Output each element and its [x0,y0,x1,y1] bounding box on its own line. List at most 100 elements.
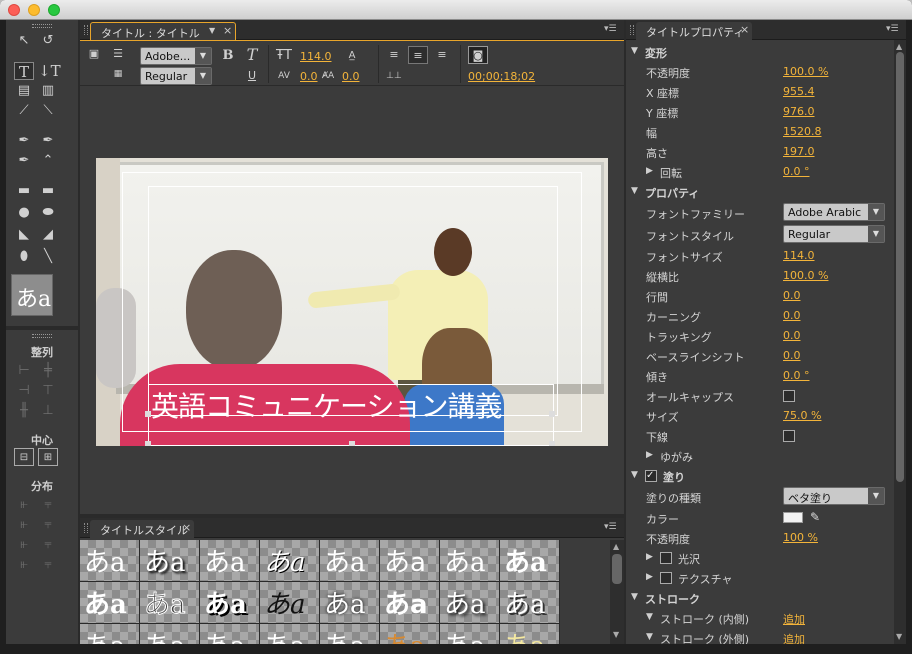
expand-triangle-icon[interactable]: ▶ [646,552,653,562]
distribute-spacing-v-icon[interactable]: ⫧ [38,556,58,574]
add-anchor-tool-icon[interactable]: ✒ [14,152,34,170]
property-row-value[interactable]: 0.0 [783,349,801,362]
properties-scrollbar[interactable]: ▲ ▼ [894,40,906,644]
selection-tool-icon[interactable]: ↖ [14,32,34,50]
style-swatch[interactable]: あa [260,624,320,644]
convert-anchor-tool-icon[interactable]: ⌃ [38,152,58,170]
property-row-value[interactable]: 100.0 % [783,269,828,282]
eyedropper-icon[interactable]: ✎ [810,510,820,524]
style-swatch[interactable]: あa [440,582,500,624]
italic-button[interactable]: T [242,46,262,64]
handle[interactable] [145,441,151,446]
title-canvas[interactable]: 英語コミュニケーション講義 [96,158,608,446]
property-row-value[interactable]: 114.0 [783,249,815,262]
style-swatch[interactable]: あa [440,540,500,582]
caption-text-box[interactable]: 英語コミュニケーション講義 [145,384,555,446]
property-row-value[interactable]: 0.0 [783,329,801,342]
handle[interactable] [145,411,151,417]
inner-stroke-row[interactable]: ▼ ストローク (内側) 追加 [626,608,882,628]
style-swatch[interactable]: あa [500,540,560,582]
panel-grip[interactable] [32,24,52,28]
style-swatch[interactable]: あa [320,582,380,624]
all-caps-row-checkbox[interactable] [783,390,795,402]
transform-row-value[interactable]: 955.4 [783,85,815,98]
vertical-area-type-tool-icon[interactable]: ▥ [38,82,58,100]
texture-row-checkbox[interactable] [660,572,672,584]
ellipse-tool-icon[interactable]: ⬮ [14,248,34,266]
style-swatch[interactable]: あa [320,540,380,582]
distribute-bottom-icon[interactable]: ⫧ [38,536,58,554]
distribute-center-v-icon[interactable]: ⫧ [38,516,58,534]
arc-tool-icon[interactable]: ◢ [38,226,58,244]
style-swatch[interactable]: あa [80,540,140,582]
zoom-window-button[interactable] [48,4,60,16]
expand-triangle-icon[interactable]: ▶ [646,166,653,176]
small-caps-size-row-value[interactable]: 75.0 % [783,409,821,422]
roll-crawl-options-icon[interactable]: ☰ [108,45,128,63]
templates-icon[interactable]: ▦ [108,65,128,83]
distribute-spacing-h-icon[interactable]: ⫦ [14,556,34,574]
transform-row-value[interactable]: 100.0 % [783,65,828,78]
texture-row[interactable]: ▶ テクスチャ [626,568,882,588]
tab-close-icon[interactable]: × [740,23,749,36]
handle[interactable] [349,441,355,446]
align-text-right-icon[interactable]: ≡ [432,46,452,64]
underline-row-checkbox[interactable] [783,430,795,442]
distort-row[interactable]: ▶ ゆがみ [626,446,882,466]
rotation-tool-icon[interactable]: ↺ [38,32,58,50]
group-properties[interactable]: ▼ プロパティ [626,182,882,202]
tab-title[interactable]: タイトル : タイトル ▼ × [90,22,236,40]
collapse-triangle-icon[interactable]: ▼ [631,186,638,196]
timecode-value[interactable]: 00;00;18;02 [468,70,535,83]
distribute-center-h-icon[interactable]: ⫦ [14,516,34,534]
style-swatch[interactable]: あa [260,582,320,624]
font-family-select[interactable]: Adobe... ▼ [140,47,212,65]
pen-tool-icon[interactable]: ✒ [14,132,34,150]
minimize-window-button[interactable] [28,4,40,16]
caption-text[interactable]: 英語コミュニケーション講義 [151,385,502,425]
show-background-video-icon[interactable]: ◙ [468,46,488,64]
collapse-triangle-icon[interactable]: ▼ [631,470,638,480]
tab-close-icon[interactable]: × [182,521,191,534]
tab-dropdown-icon[interactable]: ▼ [209,26,215,35]
collapse-triangle-icon[interactable]: ▼ [631,46,638,56]
style-swatch[interactable]: あa [200,624,260,644]
align-right-icon[interactable]: ⊣ [14,382,34,400]
path-type-tool-icon[interactable]: ⟋ [14,102,34,120]
rotation-row[interactable]: ▶ 回転 0.0 ° [626,162,882,182]
fill-color-swatch[interactable] [783,512,803,523]
group-transform[interactable]: ▼ 変形 [626,42,882,62]
area-type-tool-icon[interactable]: ▤ [14,82,34,100]
tab-title-styles[interactable]: タイトルスタイル × [90,520,194,538]
align-text-center-icon[interactable]: ≡ [408,46,428,64]
type-tool-icon[interactable]: T [14,62,34,81]
collapse-triangle-icon[interactable]: ▼ [631,592,638,602]
style-swatch[interactable]: あa [500,582,560,624]
distribute-right-icon[interactable]: ⫦ [14,536,34,554]
distribute-top-icon[interactable]: ⫧ [38,496,58,514]
property-row-value[interactable]: 0.0 [783,289,801,302]
bold-button[interactable]: B [218,47,238,65]
property-row-value[interactable]: 0.0 [783,309,801,322]
style-swatch[interactable]: あa [200,582,260,624]
panel-grip[interactable] [630,25,634,35]
wedge-tool-icon[interactable]: ◣ [14,226,34,244]
scroll-thumb[interactable] [612,554,622,584]
sheen-row[interactable]: ▶ 光沢 [626,548,882,568]
align-horizontal-center-icon[interactable]: ╫ [14,402,34,420]
group-stroke[interactable]: ▼ ストローク [626,588,882,608]
scroll-down-icon[interactable]: ▼ [896,632,902,641]
scroll-thumb[interactable] [896,52,904,482]
styles-scrollbar[interactable]: ▲ ▼ [610,540,624,644]
clipped-rectangle-tool-icon[interactable]: ● [14,204,34,222]
collapse-triangle-icon[interactable]: ▼ [646,632,653,642]
collapse-triangle-icon[interactable]: ▼ [646,612,653,622]
handle[interactable] [549,411,555,417]
fill-opacity-row-value[interactable]: 100 % [783,531,818,544]
kerning-value[interactable]: 0.0 [300,70,318,83]
outer-stroke-row[interactable]: ▼ ストローク (外側) 追加 [626,628,882,644]
align-bottom-icon[interactable]: ⊥ [38,402,58,420]
style-swatch[interactable]: あa [200,540,260,582]
style-swatch[interactable]: あa [440,624,500,644]
fill-type-row-select[interactable]: ベタ塗り ▼ [783,487,885,505]
